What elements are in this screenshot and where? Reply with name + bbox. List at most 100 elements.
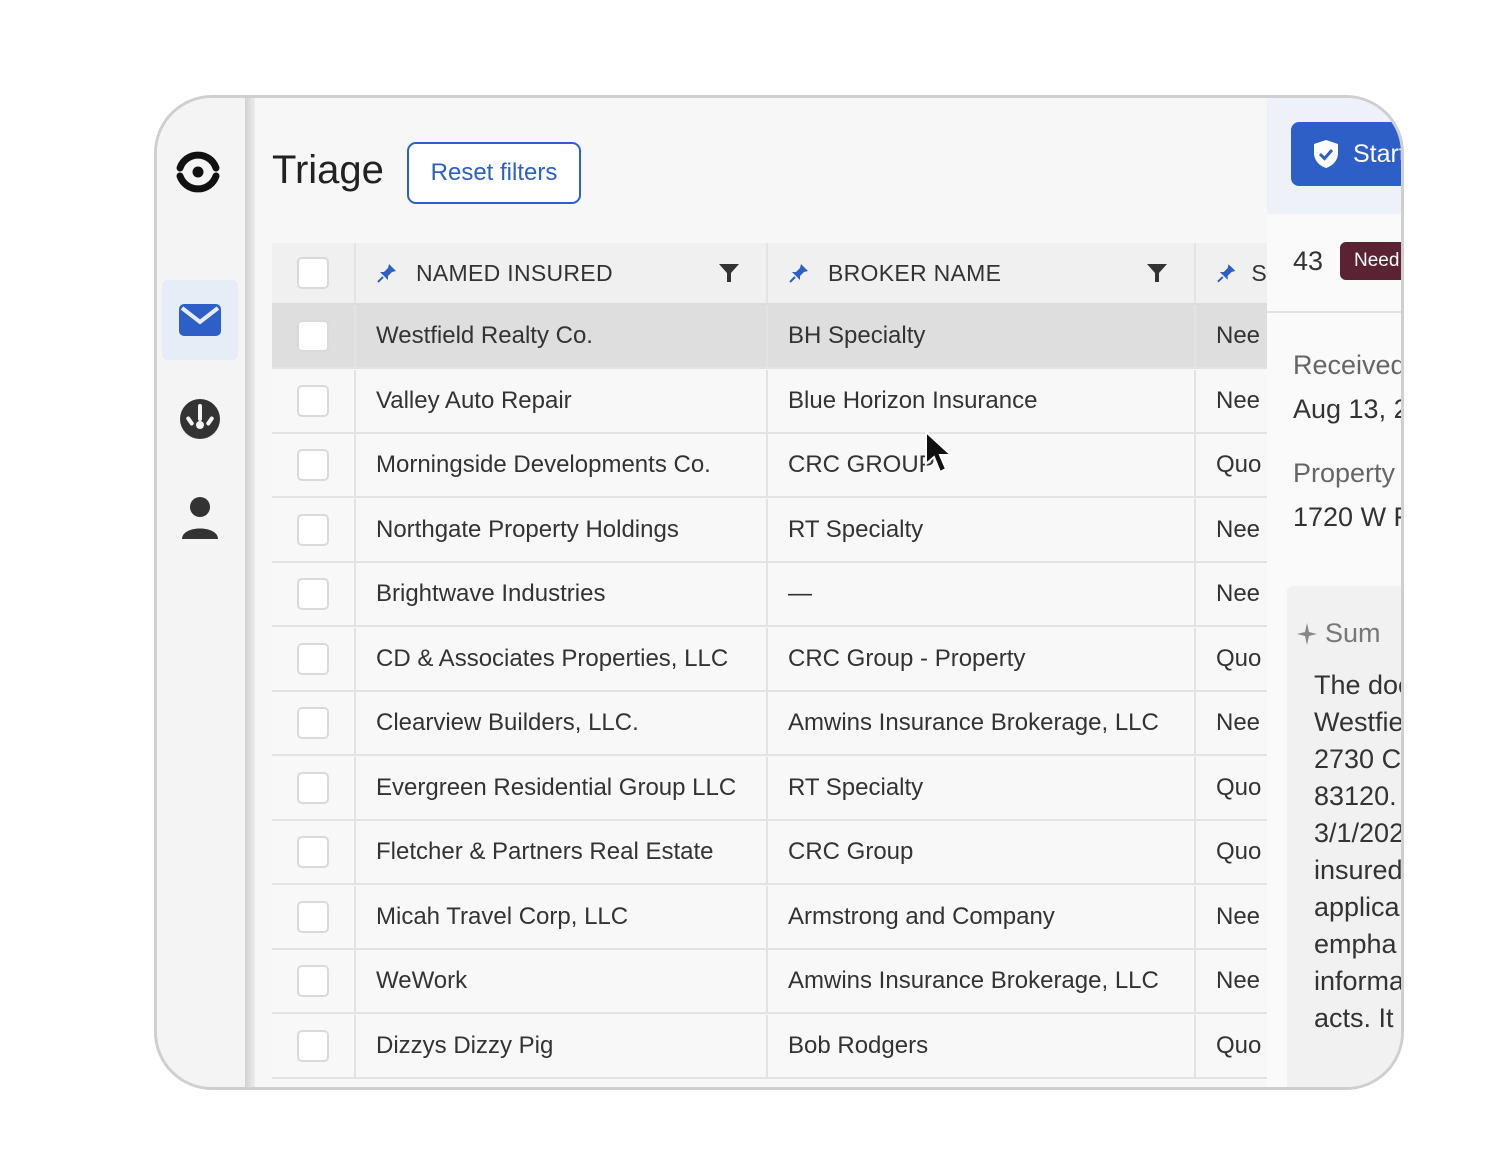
status-cell[interactable]: Quo (1196, 434, 1267, 496)
pin-icon[interactable] (1216, 262, 1237, 284)
table-row[interactable]: Westfield Realty Co. BH Specialty Nee (272, 305, 1267, 369)
broker-name-cell[interactable]: Amwins Insurance Brokerage, LLC (768, 950, 1196, 1012)
row-checkbox[interactable] (297, 771, 329, 804)
table-row[interactable]: Micah Travel Corp, LLC Armstrong and Comp… (272, 885, 1267, 950)
named-insured-cell[interactable]: Morningside Developments Co. (356, 434, 768, 496)
broker-name-cell[interactable]: Amwins Insurance Brokerage, LLC (768, 692, 1196, 754)
table-row[interactable]: Evergreen Residential Group LLC RT Specia… (272, 756, 1267, 821)
status-cell[interactable]: Quo (1196, 1015, 1267, 1077)
status-cell[interactable]: Quo (1196, 628, 1267, 690)
shield-check-icon (1314, 140, 1338, 168)
column-label-broker-name: BROKER NAME (828, 259, 1002, 286)
row-checkbox[interactable] (297, 900, 329, 933)
property-label: Property (1293, 458, 1396, 488)
summary-text-line: applica (1314, 892, 1400, 922)
filter-icon[interactable] (1146, 263, 1168, 283)
row-select-cell (272, 563, 356, 625)
named-insured-cell[interactable]: Brightwave Industries (356, 563, 768, 625)
summary-text-line: 2730 Cu (1314, 744, 1402, 774)
status-cell[interactable]: Quo (1196, 757, 1267, 819)
table-row[interactable]: Valley Auto Repair Blue Horizon Insurance… (272, 369, 1267, 434)
table-row[interactable]: Brightwave Industries — Nee (272, 563, 1267, 627)
row-select-cell (272, 821, 356, 883)
named-insured-cell[interactable]: Valley Auto Repair (356, 369, 768, 432)
table-row[interactable]: Fletcher & Partners Real Estate CRC Group… (272, 821, 1267, 885)
broker-name-cell[interactable]: Armstrong and Company (768, 885, 1196, 948)
start-button-label: Start (1353, 139, 1404, 168)
named-insured-cell[interactable]: Northgate Property Holdings (356, 498, 768, 561)
row-select-cell (272, 885, 356, 948)
broker-name-cell[interactable]: Bob Rodgers (768, 1014, 1196, 1077)
summary-text-line: informa (1314, 966, 1404, 996)
status-cell[interactable]: Nee (1196, 305, 1267, 367)
table-row[interactable]: Morningside Developments Co. CRC GROUP Quo (272, 434, 1267, 498)
named-insured-cell[interactable]: Evergreen Residential Group LLC (356, 756, 768, 819)
table-row[interactable]: Northgate Property Holdings RT Specialty N… (272, 498, 1267, 563)
row-select-cell (272, 1014, 356, 1077)
property-value: 1720 W F (1293, 502, 1404, 532)
filter-icon[interactable] (718, 263, 740, 283)
row-checkbox[interactable] (297, 642, 329, 675)
page-title: Triage (272, 148, 384, 192)
pin-icon[interactable] (376, 262, 398, 284)
table-row[interactable]: CD & Associates Properties, LLC CRC Group… (272, 627, 1267, 692)
gauge-icon (180, 399, 220, 439)
row-select-cell (272, 692, 356, 754)
status-cell[interactable]: Quo (1196, 821, 1267, 883)
broker-name-cell[interactable]: Blue Horizon Insurance (768, 369, 1196, 432)
row-checkbox[interactable] (297, 513, 329, 546)
status-cell[interactable]: Nee (1196, 692, 1267, 754)
named-insured-cell[interactable]: Dizzys Dizzy Pig (356, 1014, 768, 1077)
app-logo-icon (176, 151, 220, 193)
table-row[interactable]: Clearview Builders, LLC. Amwins Insurance… (272, 692, 1267, 756)
named-insured-cell[interactable]: Westfield Realty Co. (356, 305, 768, 367)
broker-name-cell[interactable]: CRC Group (768, 821, 1196, 883)
table-row[interactable]: WeWork Amwins Insurance Brokerage, LLC Nee (272, 950, 1267, 1014)
column-header-named-insured[interactable]: NAMED INSURED (356, 243, 768, 303)
broker-name-cell[interactable]: CRC Group - Property (768, 627, 1196, 690)
user-icon (182, 497, 218, 539)
table-row[interactable]: Dizzys Dizzy Pig Bob Rodgers Quo (272, 1014, 1267, 1079)
row-checkbox[interactable] (297, 320, 329, 352)
column-header-broker-name[interactable]: BROKER NAME (768, 243, 1196, 303)
named-insured-cell[interactable]: WeWork (356, 950, 768, 1012)
select-all-checkbox[interactable] (297, 257, 329, 289)
pin-icon[interactable] (788, 262, 810, 284)
status-cell[interactable]: Nee (1196, 950, 1267, 1012)
row-select-cell (272, 369, 356, 432)
summary-text-line: empha (1314, 929, 1397, 959)
named-insured-cell[interactable]: Fletcher & Partners Real Estate (356, 821, 768, 883)
received-value: Aug 13, 2 (1293, 394, 1404, 424)
detail-panel: Start 43 Need Received Aug 13, 2 Propert… (1267, 98, 1404, 1087)
status-cell[interactable]: Nee (1196, 370, 1267, 432)
row-checkbox[interactable] (297, 384, 329, 417)
status-cell[interactable]: Nee (1196, 499, 1267, 561)
start-button[interactable]: Start (1291, 122, 1404, 186)
named-insured-cell[interactable]: Micah Travel Corp, LLC (356, 885, 768, 948)
broker-name-cell[interactable]: BH Specialty (768, 305, 1196, 367)
row-checkbox[interactable] (297, 1029, 329, 1062)
row-checkbox[interactable] (297, 707, 329, 739)
column-header-status[interactable]: S (1196, 243, 1267, 303)
nav-inbox[interactable] (162, 280, 238, 360)
named-insured-cell[interactable]: CD & Associates Properties, LLC (356, 627, 768, 690)
row-checkbox[interactable] (297, 836, 329, 868)
nav-profile[interactable] (162, 478, 238, 558)
row-checkbox[interactable] (297, 449, 329, 481)
nav-dashboard[interactable] (162, 379, 238, 459)
table-header-row: NAMED INSURED BROKER NAME S (272, 243, 1267, 305)
row-checkbox[interactable] (297, 965, 329, 997)
row-checkbox[interactable] (297, 578, 329, 610)
app-window: Triage Reset filters NAMED INSURED BROKE… (154, 95, 1404, 1090)
status-cell[interactable]: Nee (1196, 563, 1267, 625)
status-cell[interactable]: Nee (1196, 886, 1267, 948)
broker-name-cell[interactable]: RT Specialty (768, 756, 1196, 819)
named-insured-cell[interactable]: Clearview Builders, LLC. (356, 692, 768, 754)
select-all-cell (272, 243, 356, 303)
sidebar (157, 98, 245, 1087)
broker-name-cell[interactable]: RT Specialty (768, 498, 1196, 561)
reset-filters-button[interactable]: Reset filters (407, 142, 581, 204)
mouse-cursor-icon (925, 430, 954, 474)
broker-name-cell[interactable]: CRC GROUP (768, 434, 1196, 496)
broker-name-cell[interactable]: — (768, 563, 1196, 625)
